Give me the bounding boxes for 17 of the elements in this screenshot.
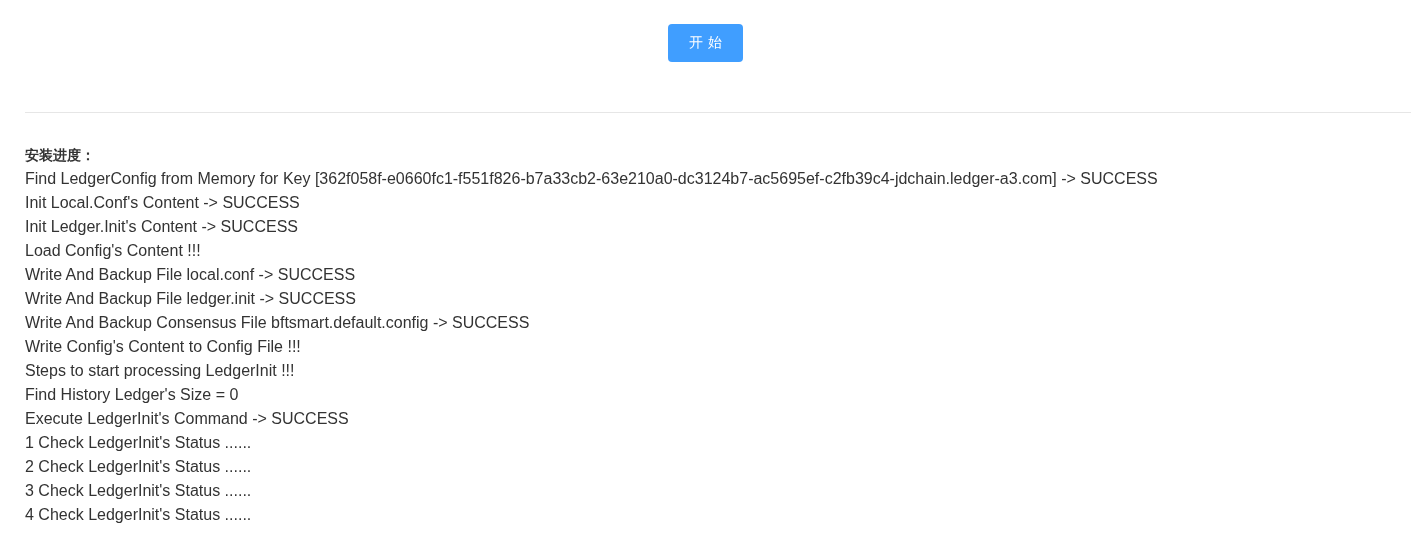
log-line: Find LedgerConfig from Memory for Key [362f058f-e0660fc1-f551f826-b7a33cb2-63e210a0-dc3124b7-ac5695ef-c2fb39c4-jdchain.ledger-a3.com] -> SUCCESS [25,169,1159,189]
start-button[interactable]: 开 始 [668,24,743,62]
progress-heading: 安装进度： [25,146,96,165]
log-line: Steps to start processing LedgerInit !!! [25,361,296,381]
log-line: Load Config's Content !!! [25,241,202,261]
log-line: Write Config's Content to Config File !!! [25,337,302,357]
log-line: 4 Check LedgerInit's Status ...... [25,505,253,525]
log-line: Write And Backup File ledger.init -> SUCCESS [25,289,357,309]
log-line: Write And Backup File local.conf -> SUCCESS [25,265,357,285]
log-line: 3 Check LedgerInit's Status ...... [25,481,253,501]
log-line: 2 Check LedgerInit's Status ...... [25,457,253,477]
log-line: Find History Ledger's Size = 0 [25,385,240,405]
log-line: Write And Backup Consensus File bftsmart.default.config -> SUCCESS [25,313,531,333]
log-line: 1 Check LedgerInit's Status ...... [25,433,253,453]
log-line: Init Ledger.Init's Content -> SUCCESS [25,217,299,237]
log-line: Execute LedgerInit's Command -> SUCCESS [25,409,350,429]
log-line: Init Local.Conf's Content -> SUCCESS [25,193,301,213]
